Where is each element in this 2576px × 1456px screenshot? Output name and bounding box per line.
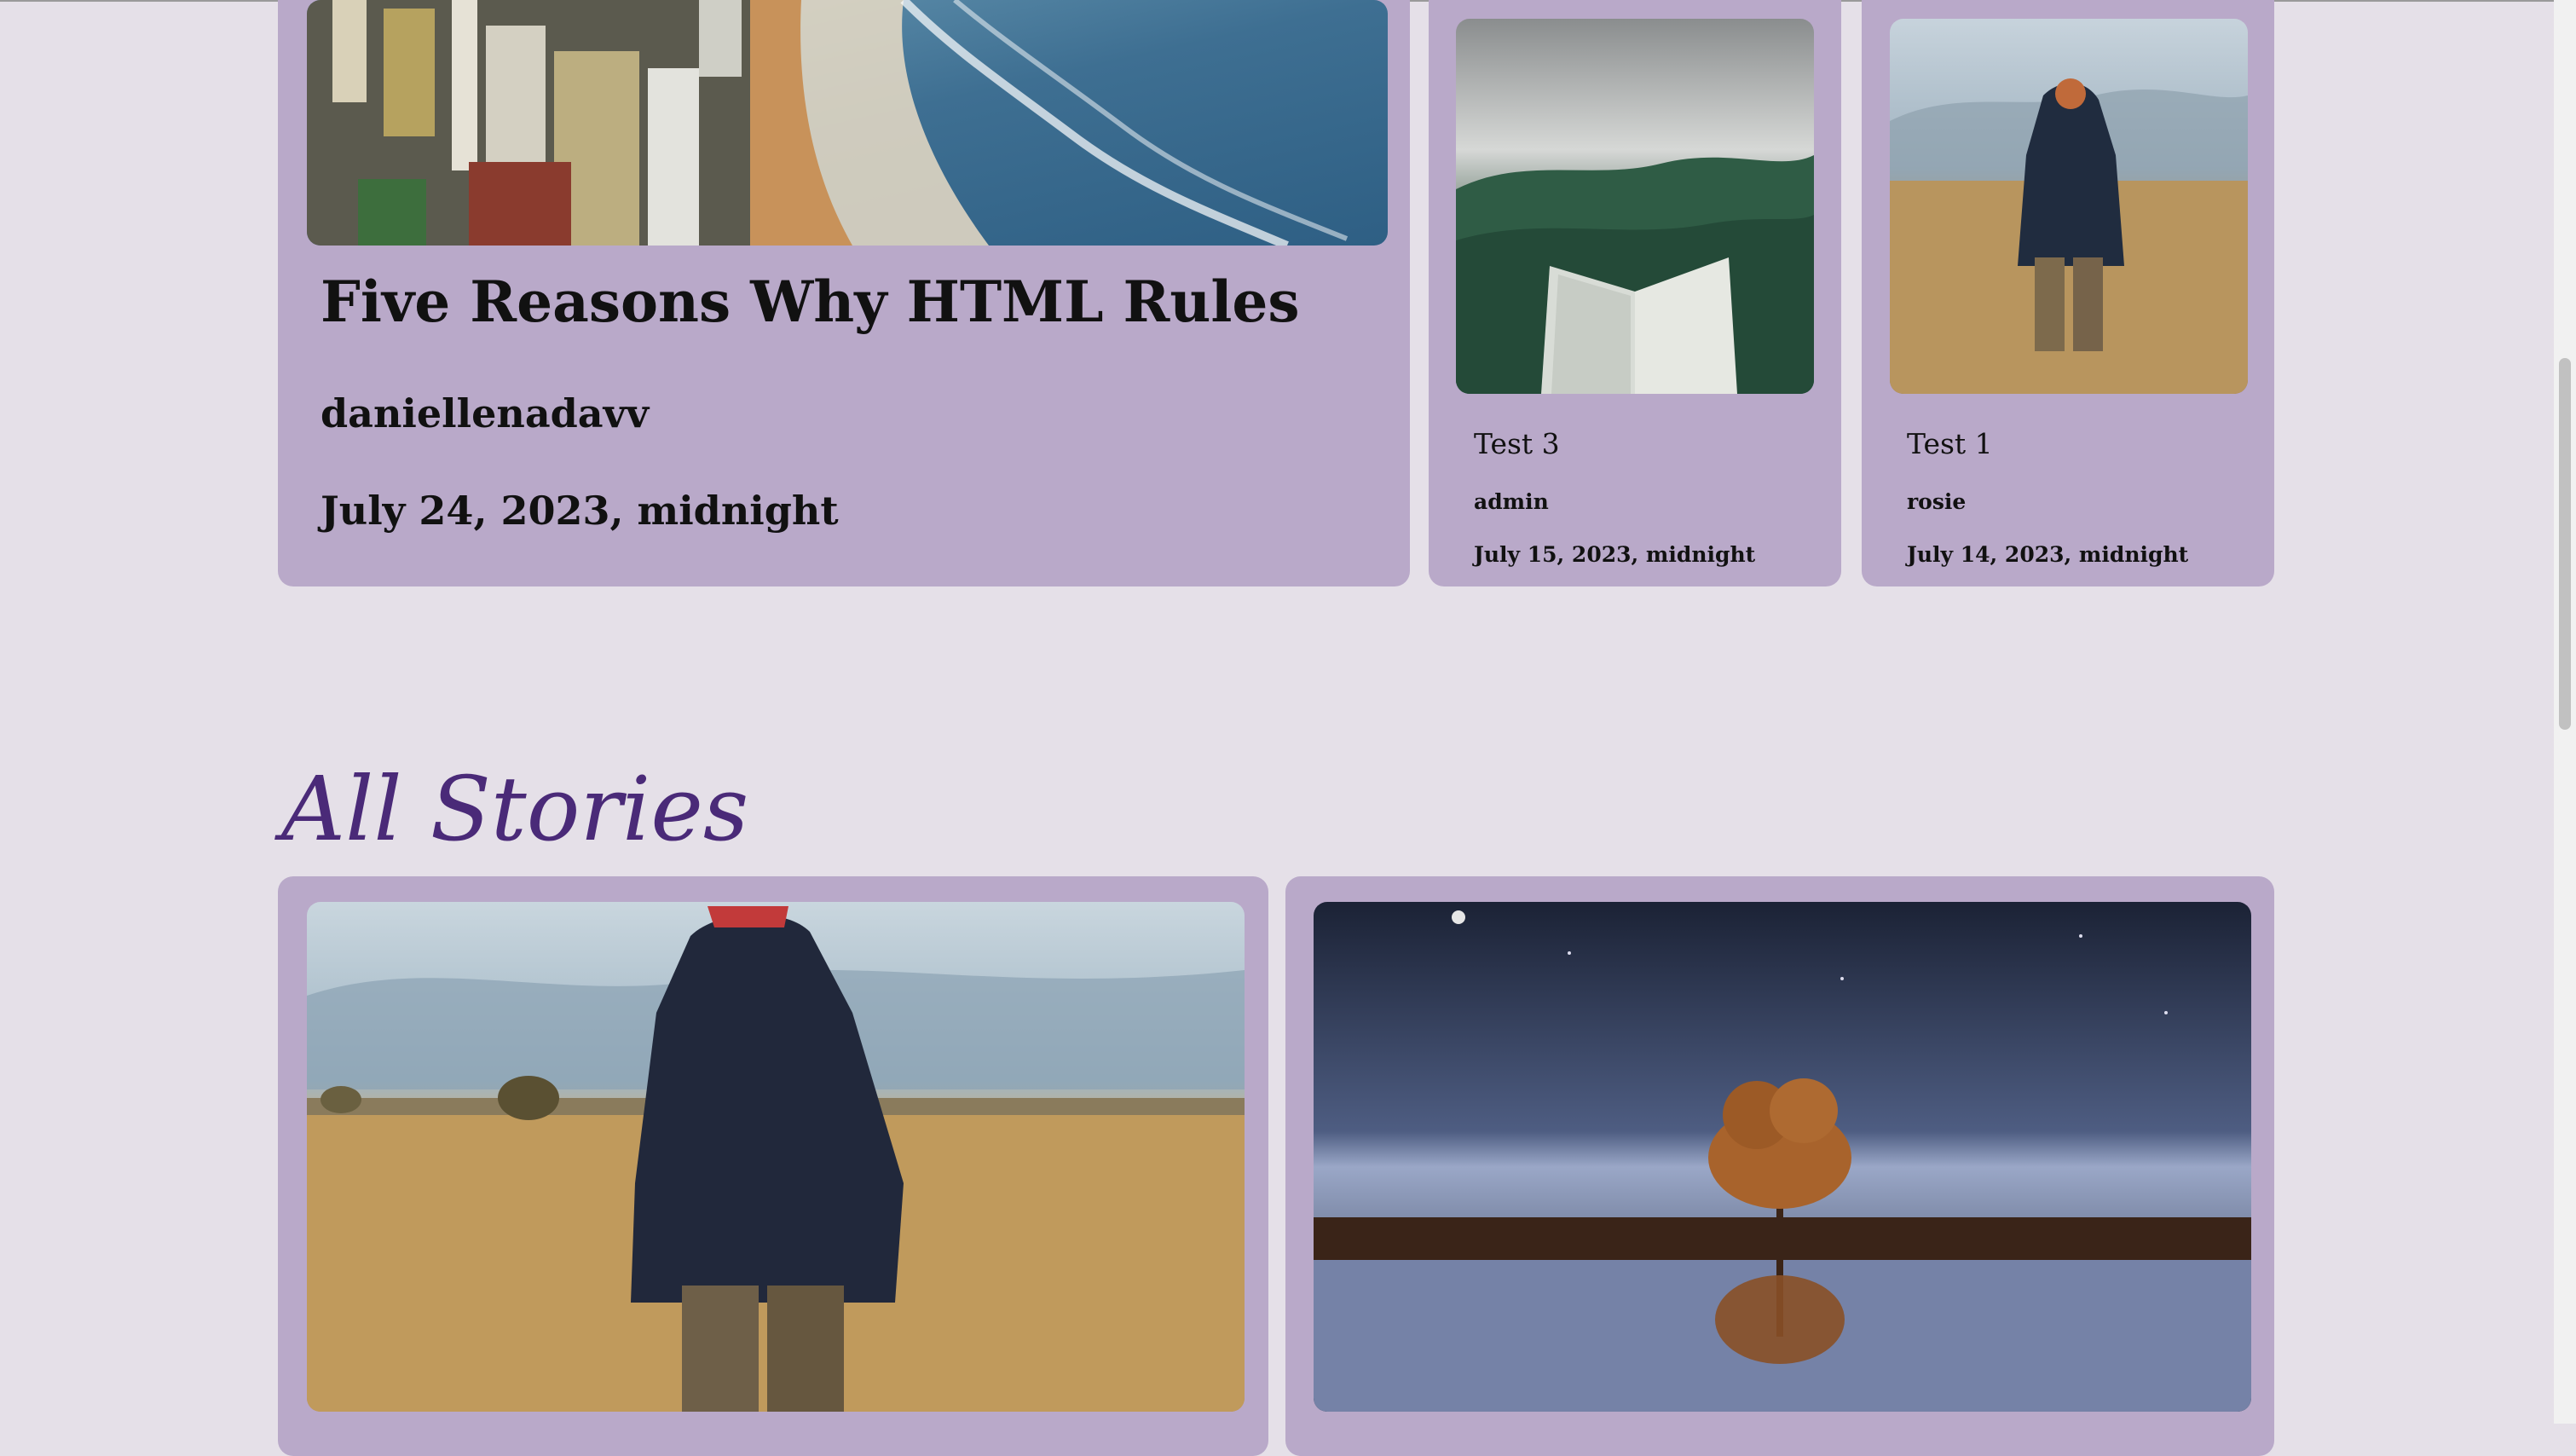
all-stories-heading: All Stories <box>281 757 749 861</box>
featured-story-date: July 24, 2023, midnight <box>321 488 839 534</box>
story-title-test-1[interactable]: Test 1 <box>1907 427 1993 460</box>
story-date-test-1: July 14, 2023, midnight <box>1907 542 2189 567</box>
story-date-test-3: July 15, 2023, midnight <box>1474 542 1756 567</box>
story-image-test-1[interactable] <box>1890 19 2248 394</box>
story-title-test-3[interactable]: Test 3 <box>1474 427 1560 460</box>
story-image-test-3[interactable] <box>1456 19 1814 394</box>
featured-story-author: daniellenadavv <box>321 390 650 436</box>
all-stories-card-1[interactable] <box>278 876 1268 1456</box>
featured-story-title[interactable]: Five Reasons Why HTML Rules <box>321 269 1300 335</box>
all-stories-image-1[interactable] <box>307 902 1245 1412</box>
story-author-test-1: rosie <box>1907 489 1967 514</box>
featured-story-image[interactable] <box>307 0 1388 246</box>
story-author-test-3: admin <box>1474 489 1549 514</box>
all-stories-image-2[interactable] <box>1314 902 2251 1412</box>
all-stories-card-2[interactable] <box>1285 876 2274 1456</box>
scrollbar-thumb[interactable] <box>2559 358 2571 730</box>
